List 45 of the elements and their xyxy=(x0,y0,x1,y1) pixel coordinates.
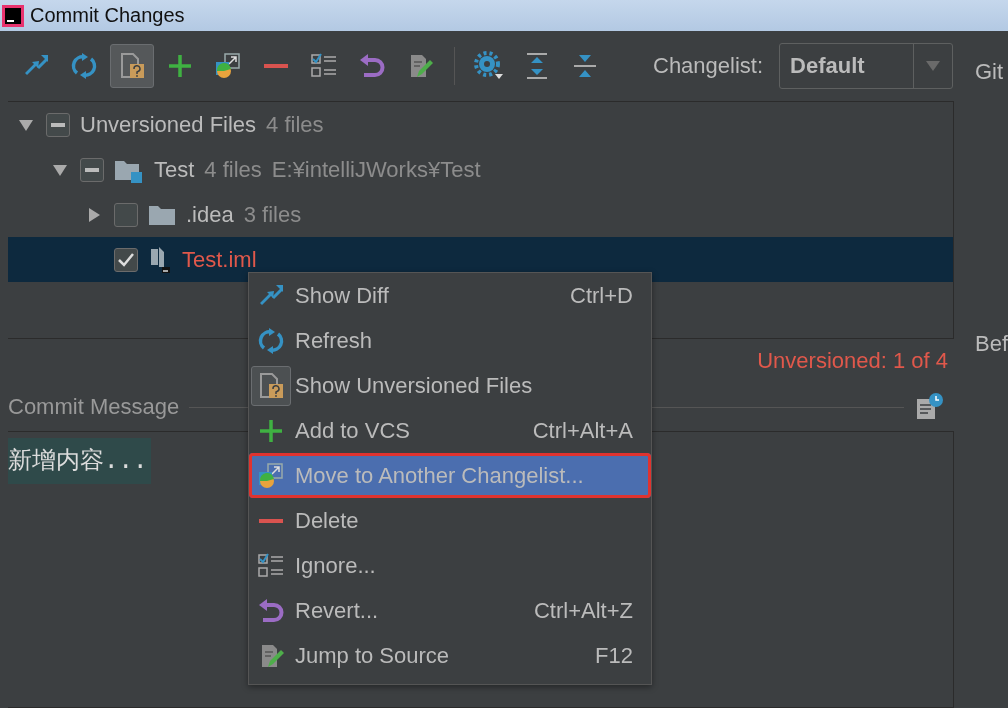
partial-checkbox[interactable] xyxy=(80,157,104,182)
check-icon xyxy=(118,252,134,267)
refresh-icon xyxy=(256,325,286,356)
tree-row[interactable]: Test 4 files E:¥intelliJWorks¥Test xyxy=(8,147,953,192)
menu-item[interactable]: Jump to Source F12 xyxy=(249,633,651,678)
selected-tree-row[interactable]: Test.iml xyxy=(8,237,953,282)
minus-icon xyxy=(264,64,288,68)
move-changelist-icon xyxy=(213,51,243,81)
app-logo-icon xyxy=(2,4,24,27)
unversioned-status: Unversioned: 1 of 4 xyxy=(757,348,948,374)
gear-icon xyxy=(474,51,504,81)
file-icon xyxy=(148,244,172,275)
tree-row[interactable]: .idea 3 files xyxy=(8,192,953,237)
minus-icon xyxy=(259,518,283,523)
node-label: Test xyxy=(154,156,195,183)
changelist-label: Changelist: xyxy=(653,53,764,79)
commit-message-label: Commit Message xyxy=(8,394,180,420)
window-title: Commit Changes xyxy=(30,4,185,27)
menu-item[interactable]: Show Unversioned Files xyxy=(249,363,651,408)
unversioned-button[interactable] xyxy=(110,44,154,88)
node-label: Test.iml xyxy=(182,246,257,273)
commit-message-text: 新增内容... xyxy=(8,438,152,484)
git-label: Git xyxy=(975,59,1005,85)
menu-item[interactable]: Revert... Ctrl+Alt+Z xyxy=(249,588,651,633)
folder-path: E:¥intelliJWorks¥Test xyxy=(271,156,481,183)
before-label: Bef xyxy=(975,331,1008,357)
menu-item[interactable]: Refresh xyxy=(249,318,651,363)
menu-item[interactable]: Ignore... xyxy=(249,543,651,588)
dropdown-caret-icon xyxy=(926,61,941,71)
checkbox[interactable] xyxy=(114,247,138,272)
refresh-icon xyxy=(69,51,99,81)
changelist-dropdown[interactable]: Default xyxy=(779,43,954,89)
message-history-icon[interactable] xyxy=(914,392,944,422)
tree-row[interactable]: Unversioned Files 4 files xyxy=(8,102,953,147)
node-label: .idea xyxy=(186,201,234,228)
file-count: 4 files xyxy=(204,156,262,183)
menu-item[interactable]: Delete xyxy=(249,498,651,543)
menu-item[interactable]: Add to VCS Ctrl+Alt+A xyxy=(249,408,651,453)
node-label: Unversioned Files xyxy=(80,111,257,138)
collapsed-arrow-icon[interactable] xyxy=(86,206,102,223)
partial-checkbox[interactable] xyxy=(46,112,70,137)
move-changelist-icon xyxy=(256,460,286,491)
file-count: 4 files xyxy=(266,111,324,138)
file-count: 3 files xyxy=(243,201,302,228)
checkbox[interactable] xyxy=(114,202,138,227)
